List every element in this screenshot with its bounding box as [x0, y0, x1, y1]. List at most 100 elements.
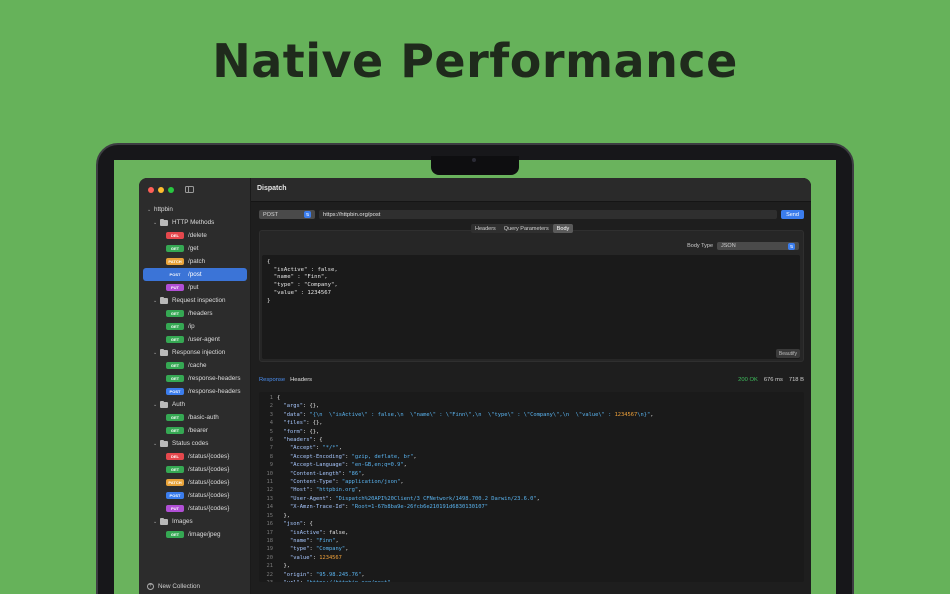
sidebar-request-item[interactable]: GET/user-agent	[139, 333, 251, 346]
line-number: 15	[266, 512, 274, 519]
line-number: 13	[266, 495, 274, 502]
code-token: ,	[403, 462, 407, 469]
send-button[interactable]: Send	[781, 210, 804, 219]
code-token: "json"	[283, 521, 303, 528]
code-line: 20 "value": 1234567	[259, 554, 804, 562]
body-editor[interactable]: { "isActive" : false, "name" : "Finn", "…	[262, 255, 800, 359]
code-line: 1{	[259, 394, 804, 402]
line-content: "args": {},	[277, 402, 320, 410]
code-token: : {	[302, 521, 313, 528]
code-token: {	[277, 395, 281, 401]
app-window: ⌄ httpbin ⌄ HTTP Methods DEL/delete GET/get PA…	[139, 178, 811, 594]
method-value: POST	[263, 211, 278, 218]
tab-headers[interactable]: Headers	[471, 224, 500, 233]
sidebar-request-item[interactable]: PATCH/patch	[139, 255, 251, 268]
method-badge: PUT	[166, 505, 184, 512]
tab-body[interactable]: Body	[552, 224, 574, 233]
sidebar-folder[interactable]: ⌄ Auth	[139, 398, 251, 411]
code-line: 9 "Accept-Language": "en-GB,en;q=0.9",	[259, 461, 804, 469]
sidebar-request-item[interactable]: POST/post	[143, 268, 247, 281]
line-number: 11	[266, 479, 274, 486]
body-type-row: Body Type JSON ⇅	[687, 242, 799, 250]
code-line: 14 "X-Amzn-Trace-Id": "Root=1-67b8ba9e-2…	[259, 503, 804, 511]
code-token: "Content-Type"	[289, 479, 336, 486]
code-token: \n}"	[637, 411, 651, 418]
sidebar-request-item[interactable]: GET/headers	[139, 307, 251, 320]
sidebar-folder[interactable]: ⌄ Status codes	[139, 437, 251, 450]
sidebar-request-item[interactable]: POST/response-headers	[139, 385, 251, 398]
sidebar-folder[interactable]: ⌄ Request inspection	[139, 294, 251, 307]
sidebar-item-label: HTTP Methods	[172, 219, 215, 226]
code-token: "Company"	[315, 546, 346, 553]
chevron-down-icon[interactable]: ⌄	[153, 220, 160, 226]
code-token: : {},	[302, 403, 320, 410]
line-content: "Host": "httpbin.org",	[277, 486, 361, 494]
sidebar-request-item[interactable]: DEL/status/{codes}	[139, 450, 251, 463]
chevron-down-icon[interactable]: ⌄	[153, 350, 160, 356]
code-token: "value"	[289, 554, 313, 561]
method-badge: GET	[166, 245, 184, 252]
plus-circle-icon: +	[147, 583, 154, 590]
line-number: 2	[269, 403, 273, 410]
line-number: 4	[269, 420, 273, 427]
line-content: "type": "Company",	[277, 545, 348, 553]
code-token: ,	[361, 571, 365, 578]
body-type-select[interactable]: JSON ⇅	[717, 242, 799, 250]
line-content: "files": {},	[277, 419, 323, 427]
sidebar-request-item[interactable]: GET/ip	[139, 320, 251, 333]
sidebar-request-item[interactable]: PUT/status/{codes}	[139, 502, 251, 515]
line-content: },	[277, 512, 290, 520]
url-input[interactable]: https://httpbin.org/post	[319, 210, 777, 219]
tab-query-parameters[interactable]: Query Parameters	[500, 224, 553, 233]
sidebar-item-label: /response-headers	[188, 388, 241, 395]
code-token: 1234567	[319, 554, 342, 561]
chevron-down-icon[interactable]: ⌄	[153, 298, 160, 304]
sidebar-request-item[interactable]: GET/status/{codes}	[139, 463, 251, 476]
sidebar-toggle-icon[interactable]	[185, 186, 194, 193]
sidebar-request-item[interactable]: PUT/put	[139, 281, 251, 294]
chevron-down-icon[interactable]: ⌄	[153, 402, 160, 408]
sidebar-folder[interactable]: ⌄ Images	[139, 515, 251, 528]
code-token: "gzip, deflate, br"	[351, 453, 414, 460]
chevron-down-icon[interactable]: ⌄	[147, 207, 154, 213]
line-content: "headers": {	[277, 436, 323, 444]
chevron-down-icon[interactable]: ⌄	[153, 519, 160, 525]
sidebar-request-item[interactable]: GET/cache	[139, 359, 251, 372]
line-content: "name": "Finn",	[277, 537, 339, 545]
response-body: 1{2 "args": {}, 3 "data": "{\n \"isActive…	[259, 392, 804, 582]
code-line: 15 },	[259, 512, 804, 520]
sidebar-request-item[interactable]: GET/response-headers	[139, 372, 251, 385]
code-token: "isActive"	[289, 529, 323, 536]
method-badge: GET	[166, 427, 184, 434]
method-select[interactable]: POST ⇅	[259, 210, 315, 219]
camera-icon	[472, 158, 476, 162]
tab-response-headers[interactable]: Headers	[290, 377, 312, 383]
new-collection-button[interactable]: + New Collection	[147, 583, 200, 590]
sidebar-folder[interactable]: ⌄ HTTP Methods	[139, 216, 251, 229]
sidebar-request-item[interactable]: GET/bearer	[139, 424, 251, 437]
updown-chevron-icon: ⇅	[304, 211, 311, 218]
line-number: 5	[269, 428, 273, 435]
tab-response[interactable]: Response	[259, 377, 285, 383]
sidebar-request-item[interactable]: GET/get	[139, 242, 251, 255]
minimize-window-button[interactable]	[158, 187, 164, 193]
beautify-button[interactable]: Beautify	[775, 349, 800, 358]
sidebar-item-label: /response-headers	[188, 375, 241, 382]
sidebar-folder[interactable]: ⌄ Response injection	[139, 346, 251, 359]
sidebar-collection[interactable]: ⌄ httpbin	[139, 203, 251, 216]
sidebar-request-item[interactable]: GET/image/jpeg	[139, 528, 251, 541]
code-line: 23 "url": "https://httpbin.org/post"	[259, 579, 804, 582]
code-token: : {	[312, 437, 323, 444]
sidebar-request-item[interactable]: PATCH/status/{codes}	[139, 476, 251, 489]
close-window-button[interactable]	[148, 187, 154, 193]
method-badge: DEL	[166, 232, 184, 239]
line-content: "X-Amzn-Trace-Id": "Root=1-67b8ba9e-26fc…	[277, 503, 488, 511]
chevron-down-icon[interactable]: ⌄	[153, 441, 160, 447]
sidebar-request-item[interactable]: GET/basic-auth	[139, 411, 251, 424]
sidebar-item-label: /basic-auth	[188, 414, 219, 421]
sidebar-request-item[interactable]: POST/status/{codes}	[139, 489, 251, 502]
zoom-window-button[interactable]	[168, 187, 174, 193]
sidebar-request-item[interactable]: DEL/delete	[139, 229, 251, 242]
folder-icon	[160, 439, 168, 447]
